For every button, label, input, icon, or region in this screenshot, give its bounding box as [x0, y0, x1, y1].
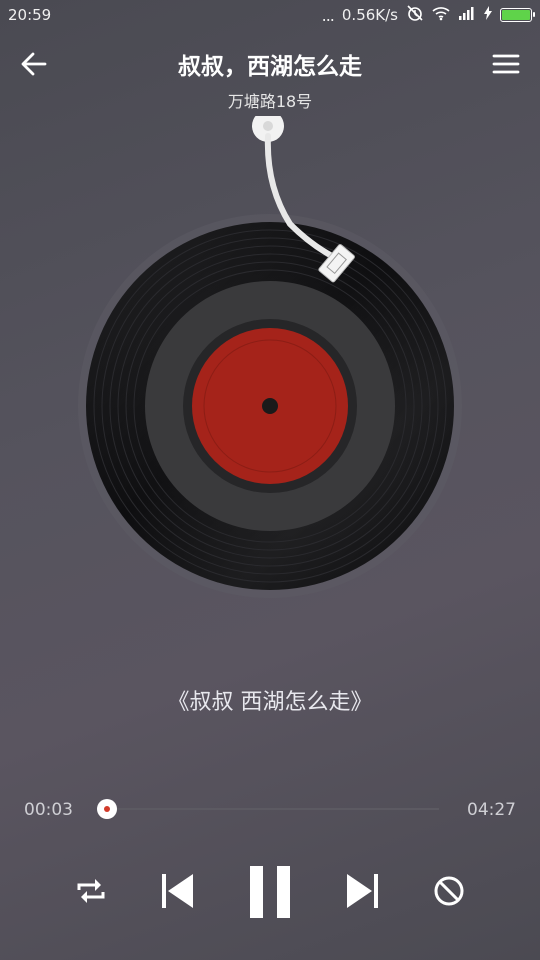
alarm-off-icon	[406, 4, 424, 26]
tonearm	[252, 116, 355, 283]
charging-icon	[484, 6, 492, 24]
status-icons: ... 0.56K/s	[321, 4, 535, 26]
battery-icon	[500, 8, 535, 22]
net-speed: 0.56K/s	[341, 6, 398, 24]
previous-icon	[162, 874, 193, 908]
status-time: 20:59	[8, 6, 52, 24]
status-bar: 20:59 ... 0.56K/s	[0, 0, 540, 30]
header: 叔叔，西湖怎么走 万塘路18号	[0, 40, 540, 111]
next-button[interactable]	[340, 868, 386, 914]
battery-level	[502, 10, 530, 20]
next-icon	[347, 874, 378, 908]
wifi-icon	[432, 5, 450, 25]
seek-bar[interactable]	[103, 808, 439, 810]
repeat-button[interactable]	[70, 870, 112, 912]
artist-name: 万塘路18号	[227, 92, 313, 111]
block-button[interactable]	[427, 870, 471, 912]
seek-thumb[interactable]	[96, 799, 117, 819]
pause-button[interactable]	[240, 860, 300, 924]
repeat-icon	[77, 879, 105, 903]
lyric-line: 《叔叔 西湖怎么走》	[167, 690, 373, 715]
signal-icon	[458, 6, 476, 24]
menu-button[interactable]	[486, 44, 526, 84]
hamburger-menu-icon	[492, 54, 520, 74]
notification-dots: ...	[321, 5, 335, 25]
previous-button[interactable]	[154, 868, 200, 914]
block-icon	[434, 876, 464, 906]
progress-bar-row: 00:03 04:27	[0, 796, 540, 824]
pause-icon	[250, 866, 290, 918]
total-time: 04:27	[467, 800, 516, 820]
song-title: 叔叔，西湖怎么走	[178, 54, 362, 80]
playback-controls	[0, 856, 540, 926]
current-time: 00:03	[24, 800, 73, 820]
